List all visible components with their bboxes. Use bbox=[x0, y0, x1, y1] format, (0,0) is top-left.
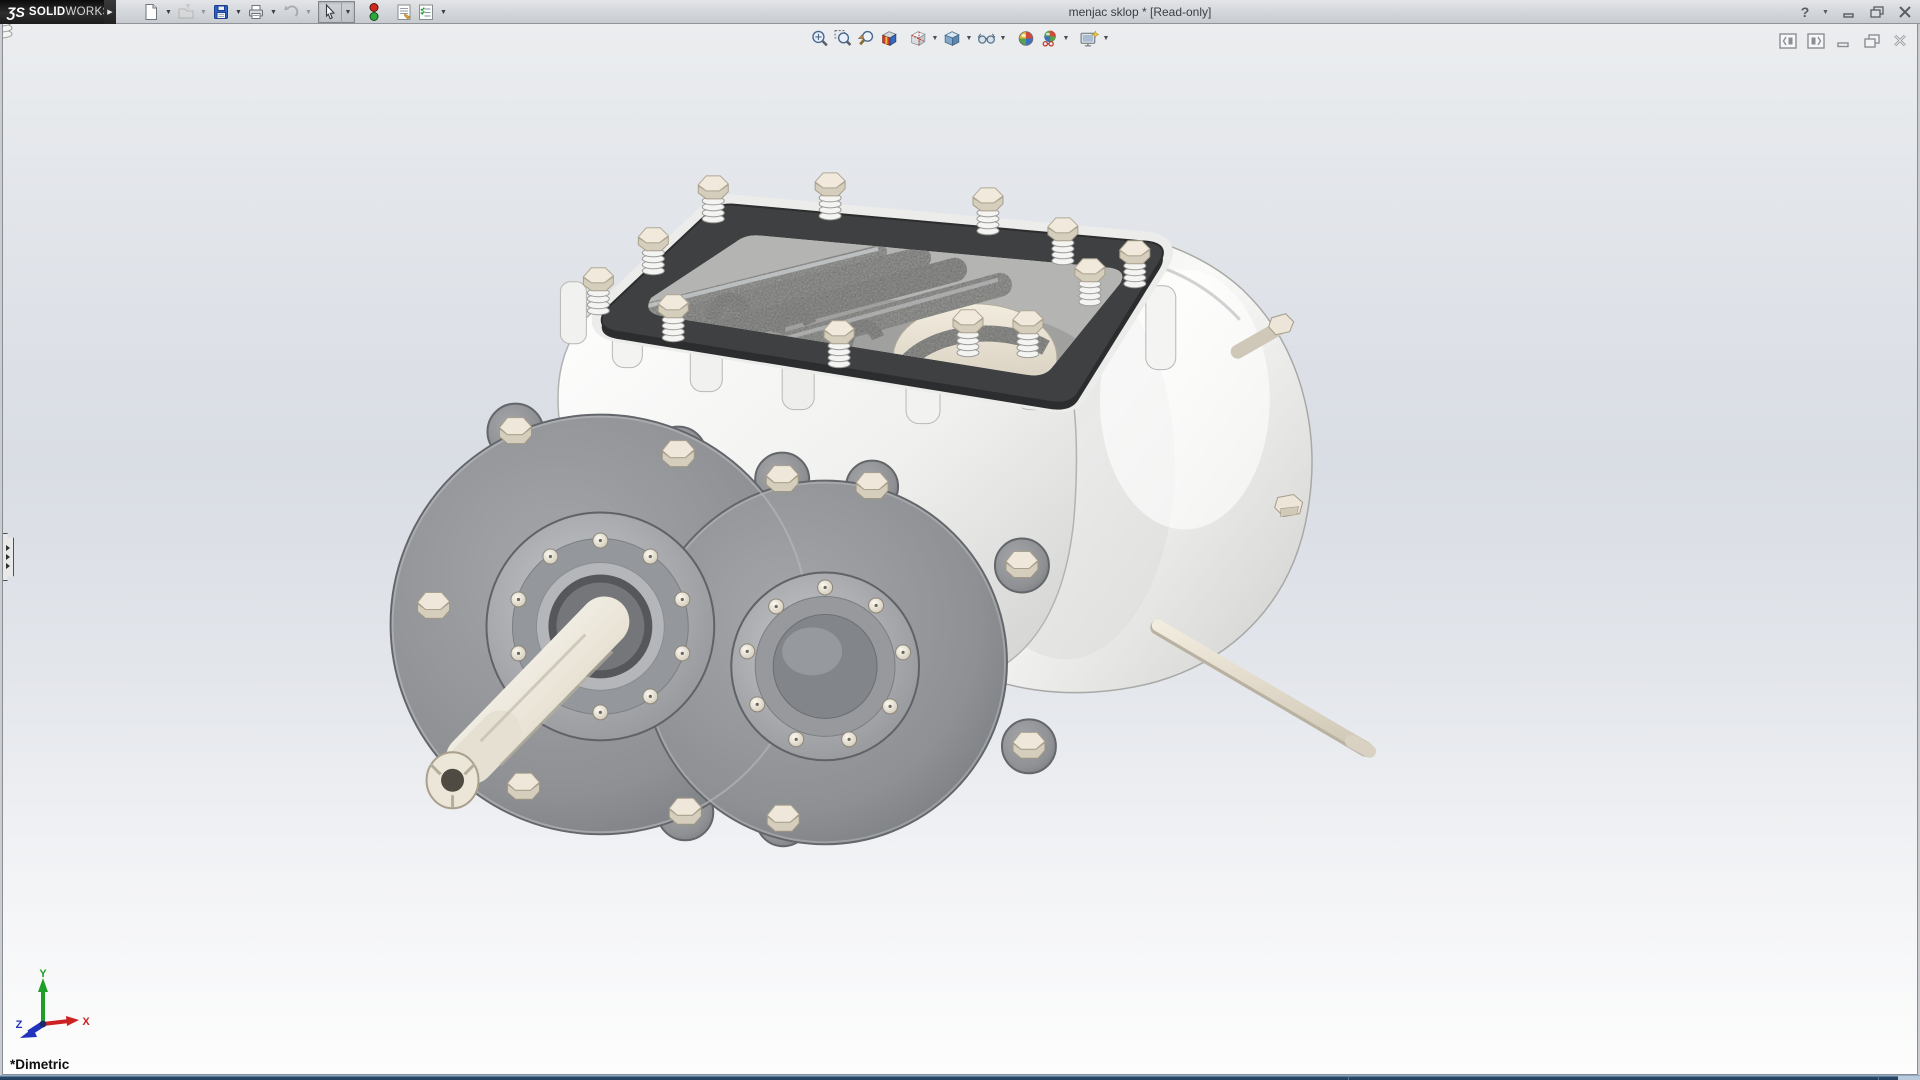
apply-scene-dropdown[interactable]: ▼ bbox=[1061, 27, 1072, 50]
help-button[interactable]: ? bbox=[1794, 3, 1816, 21]
traffic-light-icon bbox=[367, 2, 381, 22]
note-button[interactable] bbox=[393, 1, 415, 23]
undo-button bbox=[280, 1, 302, 23]
hide-show-items-dropdown[interactable]: ▼ bbox=[998, 27, 1009, 50]
save-dropdown[interactable]: ▼ bbox=[232, 1, 245, 23]
select-cursor-icon bbox=[321, 3, 339, 21]
hide-show-items-button[interactable] bbox=[975, 27, 998, 50]
status-separator bbox=[1878, 1076, 1879, 1080]
window-controls: ? ▼ bbox=[1794, 0, 1916, 24]
undo-dropdown: ▼ bbox=[302, 1, 315, 23]
zoom-to-fit-button[interactable] bbox=[809, 27, 832, 50]
main-toolbar: ▼ ▼ ▼ ▼ bbox=[140, 0, 450, 24]
close-icon bbox=[1898, 5, 1912, 19]
triad-y-label: Y bbox=[39, 968, 47, 980]
apply-scene-icon bbox=[1040, 29, 1059, 48]
reference-triad: Y X Z bbox=[7, 968, 91, 1046]
expand-arrow-icon bbox=[6, 554, 10, 560]
restore-button[interactable] bbox=[1866, 3, 1888, 21]
checklist-icon bbox=[417, 3, 435, 21]
display-style-button[interactable] bbox=[941, 27, 964, 50]
doc-close-icon bbox=[1892, 33, 1908, 48]
doc-minimize-button[interactable] bbox=[1834, 32, 1853, 49]
headsup-view-toolbar: ▼ ▼ ▼ bbox=[809, 26, 1112, 50]
output-boss[interactable] bbox=[731, 572, 919, 760]
viewport-3d[interactable]: ▼ ▼ ▼ bbox=[2, 24, 1918, 1075]
zoom-to-area-button[interactable] bbox=[832, 27, 855, 50]
doc-restore-icon bbox=[1863, 33, 1881, 49]
new-document-button[interactable] bbox=[140, 1, 162, 23]
view-orientation-icon bbox=[909, 29, 928, 48]
doc-restore-button[interactable] bbox=[1862, 32, 1881, 49]
expand-arrow-icon bbox=[6, 563, 10, 569]
new-document-icon bbox=[142, 3, 160, 21]
pane-left-button[interactable] bbox=[1778, 32, 1797, 49]
restore-icon bbox=[1869, 5, 1885, 19]
open-document-button bbox=[175, 1, 197, 23]
open-document-icon bbox=[177, 3, 195, 21]
display-style-icon bbox=[943, 29, 962, 48]
save-button[interactable] bbox=[210, 1, 232, 23]
undo-icon bbox=[282, 3, 300, 21]
note-icon bbox=[395, 3, 413, 21]
open-document-dropdown: ▼ bbox=[197, 1, 210, 23]
view-orientation-label: *Dimetric bbox=[10, 1057, 69, 1072]
pane-right-icon bbox=[1807, 33, 1825, 49]
doc-minimize-icon bbox=[1836, 33, 1852, 48]
document-title: menjac sklop * [Read-only] bbox=[1040, 0, 1240, 24]
help-dropdown[interactable]: ▼ bbox=[1822, 9, 1832, 16]
menu-expander-button[interactable]: ▶ bbox=[104, 0, 116, 24]
status-bar bbox=[0, 1075, 1920, 1080]
zoom-to-fit-icon bbox=[811, 29, 830, 48]
checklist-dropdown[interactable]: ▼ bbox=[437, 1, 450, 23]
section-view-button[interactable] bbox=[878, 27, 901, 50]
edit-appearance-icon bbox=[1017, 29, 1036, 48]
minimize-icon bbox=[1842, 5, 1856, 19]
gearbox-model[interactable] bbox=[3, 24, 1917, 1074]
close-button[interactable] bbox=[1894, 3, 1916, 21]
select-cursor-button[interactable] bbox=[319, 1, 341, 23]
status-separator bbox=[1348, 1076, 1349, 1080]
selector-rod[interactable] bbox=[1158, 625, 1370, 751]
view-settings-icon bbox=[1079, 29, 1099, 48]
zoom-to-area-icon bbox=[834, 29, 853, 48]
select-cursor-dropdown[interactable]: ▼ bbox=[341, 1, 354, 23]
expand-arrow-icon bbox=[6, 545, 10, 551]
feature-manager-collapsed-tab[interactable] bbox=[3, 533, 14, 581]
edit-appearance-button[interactable] bbox=[1015, 27, 1038, 50]
3ds-logo-glyph: ƷS bbox=[7, 4, 25, 20]
pane-right-button[interactable] bbox=[1806, 32, 1825, 49]
solidworks-logo: ƷSSOLIDWORKS bbox=[0, 0, 104, 24]
display-style-dropdown[interactable]: ▼ bbox=[964, 27, 975, 50]
minimize-button[interactable] bbox=[1838, 3, 1860, 21]
print-button[interactable] bbox=[245, 1, 267, 23]
title-bar: ƷSSOLIDWORKS ▶ ▼ ▼ ▼ bbox=[0, 0, 1920, 24]
previous-view-icon bbox=[857, 29, 876, 48]
print-dropdown[interactable]: ▼ bbox=[267, 1, 280, 23]
new-document-dropdown[interactable]: ▼ bbox=[162, 1, 175, 23]
resize-grip[interactable] bbox=[1898, 1076, 1920, 1080]
view-settings-dropdown[interactable]: ▼ bbox=[1101, 27, 1112, 50]
apply-scene-button[interactable] bbox=[1038, 27, 1061, 50]
pane-left-icon bbox=[1779, 33, 1797, 49]
triad-x-label: X bbox=[82, 1016, 90, 1028]
document-window-controls bbox=[1778, 32, 1909, 49]
traffic-light-button[interactable] bbox=[363, 1, 385, 23]
section-view-icon bbox=[880, 29, 899, 48]
view-orientation-button[interactable] bbox=[907, 27, 930, 50]
hide-show-items-icon bbox=[976, 29, 996, 48]
view-settings-button[interactable] bbox=[1078, 27, 1101, 50]
save-icon bbox=[212, 3, 230, 21]
select-tool-group: ▼ bbox=[318, 1, 355, 23]
triad-z-label: Z bbox=[16, 1019, 23, 1031]
checklist-button[interactable] bbox=[415, 1, 437, 23]
logo-solid: SOLID bbox=[29, 6, 66, 18]
previous-view-button[interactable] bbox=[855, 27, 878, 50]
print-icon bbox=[247, 3, 265, 21]
view-orientation-dropdown[interactable]: ▼ bbox=[930, 27, 941, 50]
doc-close-button[interactable] bbox=[1890, 32, 1909, 49]
